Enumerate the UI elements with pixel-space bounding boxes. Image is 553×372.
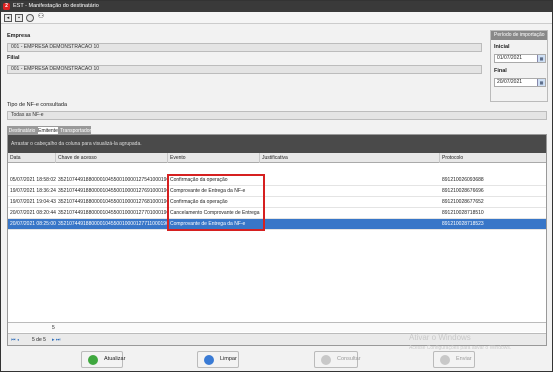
pager-last-icon[interactable]: ▸ ⏭ <box>52 334 60 346</box>
row-count: 5 <box>52 325 55 331</box>
calendar-icon[interactable]: ▦ <box>537 79 545 86</box>
main-window: 2 EST - Manifestação do destinatário ◂ ▪… <box>0 0 553 372</box>
cell-data: 05/07/2021 18:58:02 <box>10 177 56 183</box>
activation-watermark: Ativar o Windows <box>409 333 471 342</box>
filial-field[interactable]: 001 - EMPRESA DEMONSTRACAO 10 <box>7 65 482 74</box>
cell-evento: Confirmação da operação <box>170 199 228 205</box>
grid-header: Data Chave de acesso Evento Justificativ… <box>8 153 546 163</box>
cell-evento: Comprovante de Entrega da NF-e <box>170 221 246 227</box>
toolbar: ◂ ▪ ⚇ <box>1 12 552 24</box>
filial-label: Filial <box>7 55 20 61</box>
enviar-label: Enviar <box>456 356 472 362</box>
col-chave[interactable]: Chave de acesso <box>56 153 168 163</box>
cell-protocolo: 891210028676696 <box>442 188 484 194</box>
empresa-label: Empresa <box>7 33 31 39</box>
cell-data: 20/07/2021 08:25:00 <box>10 221 56 227</box>
col-justificativa[interactable]: Justificativa <box>260 153 440 163</box>
refresh-icon <box>88 355 98 365</box>
atualizar-label: Atualizar <box>104 356 126 362</box>
periodo-group: Período de importação Inicial 01/07/2021… <box>490 30 548 102</box>
title-bar: 2 EST - Manifestação do destinatário <box>1 1 552 12</box>
group-by-panel[interactable]: Arrastar o cabeçalho da coluna para visu… <box>8 135 546 153</box>
cell-evento: Cancelamento Comprovante de Entrega da .… <box>170 210 260 216</box>
cell-protocolo: 891210028718510 <box>442 210 484 216</box>
limpar-label: Limpar <box>220 356 237 362</box>
consult-icon <box>321 355 331 365</box>
calendar-icon[interactable]: ▦ <box>537 55 545 62</box>
inicial-date-field[interactable]: 01/07/2021 ▦ <box>494 54 546 63</box>
cell-evento: Comprovante de Entrega da NF-e <box>170 188 246 194</box>
enviar-button[interactable]: Enviar <box>433 351 475 368</box>
final-label: Final <box>494 68 507 74</box>
consultar-button[interactable]: Consultar <box>314 351 361 368</box>
cell-chave: 3521074491880000104550010000127691000190… <box>58 188 168 194</box>
grid-footer: 5 <box>8 322 546 332</box>
back-icon[interactable]: ◂ <box>4 14 12 22</box>
app-icon: 2 <box>3 3 10 10</box>
table-row[interactable]: 19/07/2021 19:04:43 35210744918800001045… <box>8 197 546 208</box>
clear-icon <box>204 355 214 365</box>
consultar-label: Consultar <box>337 356 361 362</box>
pager-first-icon[interactable]: ⏮ ◂ <box>11 334 19 346</box>
cell-chave: 3521074491880000104550010000127701000190… <box>58 210 168 216</box>
col-evento[interactable]: Evento <box>168 153 260 163</box>
tipo-select[interactable]: Todas as NF-e <box>7 111 547 120</box>
inicial-date-value: 01/07/2021 <box>497 55 523 61</box>
cell-protocolo: 891210028718523 <box>442 221 484 227</box>
final-date-value: 20/07/2021 <box>497 79 523 85</box>
empresa-field[interactable]: 001 - EMPRESA DEMONSTRACAO 10 <box>7 43 482 52</box>
users-icon[interactable]: ⚇ <box>37 13 45 22</box>
table-row[interactable]: 20/07/2021 08:20:44 35210744918800001045… <box>8 208 546 219</box>
col-data[interactable]: Data <box>8 153 56 163</box>
cell-evento: Confirmação da operação <box>170 177 228 183</box>
col-protocolo[interactable]: Protocolo <box>440 153 546 163</box>
table-row[interactable]: 19/07/2021 18:36:24 35210744918800001045… <box>8 186 546 197</box>
inicial-label: Inicial <box>494 44 510 50</box>
cell-data: 19/07/2021 18:36:24 <box>10 188 56 194</box>
cell-chave: 3521074491880000104550010000127711000190… <box>58 221 168 227</box>
cell-protocolo: 891210026093688 <box>442 177 484 183</box>
send-icon <box>440 355 450 365</box>
cell-chave: 3521074491880000104550010000127541000190… <box>58 177 168 183</box>
save-icon[interactable]: ▪ <box>15 14 23 22</box>
final-date-field[interactable]: 20/07/2021 ▦ <box>494 78 546 87</box>
atualizar-button[interactable]: Atualizar <box>81 351 126 368</box>
limpar-button[interactable]: Limpar <box>197 351 239 368</box>
cell-protocolo: 891210028677652 <box>442 199 484 205</box>
cell-data: 20/07/2021 08:20:44 <box>10 210 56 216</box>
window-title: EST - Manifestação do destinatário <box>13 3 99 9</box>
table-row-selected[interactable]: 20/07/2021 08:25:00 35210744918800001045… <box>8 219 546 230</box>
tipo-label: Tipo de NF-e consultada <box>7 102 68 108</box>
search-icon[interactable] <box>26 14 34 22</box>
cell-data: 19/07/2021 19:04:43 <box>10 199 56 205</box>
pager-status: 5 de 5 <box>32 337 46 343</box>
cell-chave: 3521074491880000104550010000127681000190… <box>58 199 168 205</box>
periodo-header: Período de importação <box>491 31 547 40</box>
table-row[interactable]: 05/07/2021 18:58:02 35210744918800001045… <box>8 175 546 186</box>
events-grid: Arrastar o cabeçalho da coluna para visu… <box>7 134 547 346</box>
